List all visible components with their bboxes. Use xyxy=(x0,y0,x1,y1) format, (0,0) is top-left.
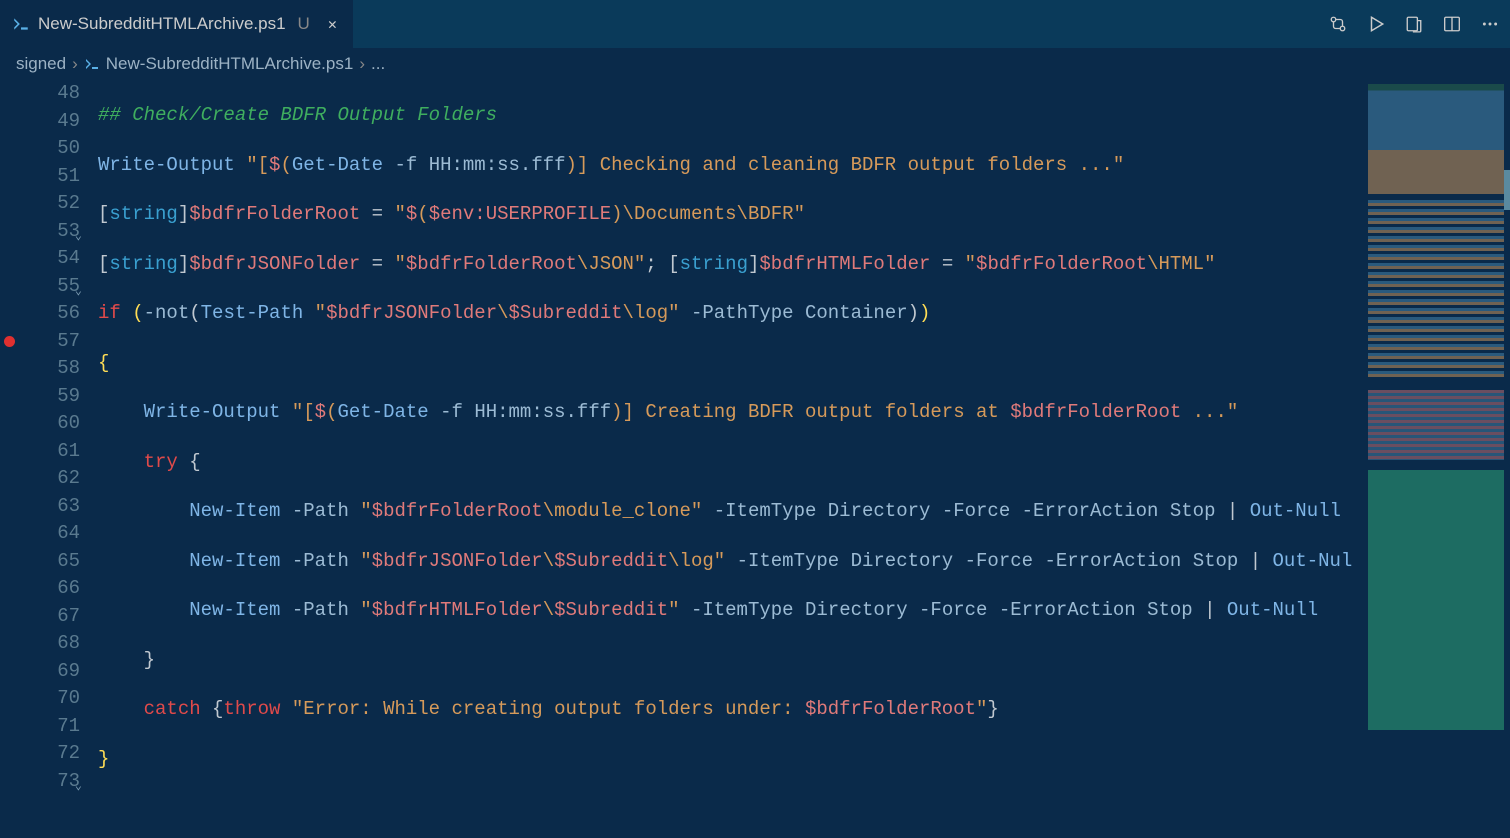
run-icon[interactable] xyxy=(1366,14,1386,34)
line-number: 61 xyxy=(0,438,80,466)
line-number: 56 xyxy=(0,300,80,328)
line-number: 68 xyxy=(0,630,80,658)
comment: ## Check/Create BDFR Output Folders xyxy=(98,104,497,126)
line-number: 50 xyxy=(0,135,80,163)
line-number: 59 xyxy=(0,383,80,411)
breadcrumb-folder[interactable]: signed xyxy=(16,54,66,74)
line-number: 62 xyxy=(0,465,80,493)
line-number: 58 xyxy=(0,355,80,383)
editor: 48 49 50 51 52 53⌄ 54 55⌄ 56 57 58 59 60… xyxy=(0,80,1510,828)
line-number: 66 xyxy=(0,575,80,603)
line-number: 49 xyxy=(0,108,80,136)
line-number: 60 xyxy=(0,410,80,438)
more-actions-icon[interactable] xyxy=(1480,14,1500,34)
line-number: 63 xyxy=(0,493,80,521)
breadcrumb-ellipsis[interactable]: ... xyxy=(371,54,385,74)
breadcrumb[interactable]: signed › New-SubredditHTMLArchive.ps1 › … xyxy=(0,48,1510,80)
line-number: 55⌄ xyxy=(0,273,80,301)
line-number: 69 xyxy=(0,658,80,686)
tab-filename: New-SubredditHTMLArchive.ps1 xyxy=(38,14,286,34)
tab-close-icon[interactable]: ✕ xyxy=(324,13,341,36)
powershell-file-icon xyxy=(12,15,30,33)
code-area[interactable]: ## Check/Create BDFR Output Folders Writ… xyxy=(98,80,1362,828)
line-number: 67 xyxy=(0,603,80,631)
tab-bar: New-SubredditHTMLArchive.ps1 U ✕ xyxy=(0,0,1510,48)
breakpoint-icon[interactable] xyxy=(4,336,15,347)
line-number: 57 xyxy=(0,328,80,356)
breadcrumb-file[interactable]: New-SubredditHTMLArchive.ps1 xyxy=(106,54,354,74)
tab-modified-indicator: U xyxy=(298,14,310,34)
line-gutter: 48 49 50 51 52 53⌄ 54 55⌄ 56 57 58 59 60… xyxy=(0,80,98,828)
line-number: 52 xyxy=(0,190,80,218)
powershell-file-icon xyxy=(84,56,100,72)
editor-toolbar xyxy=(1328,0,1500,48)
split-editor-icon[interactable] xyxy=(1442,14,1462,34)
line-number: 73⌄ xyxy=(0,768,80,796)
line-number: 64 xyxy=(0,520,80,548)
line-number: 51 xyxy=(0,163,80,191)
chevron-right-icon: › xyxy=(72,54,78,74)
minimap-viewport-indicator[interactable] xyxy=(1504,170,1510,210)
line-number: 48 xyxy=(0,80,80,108)
line-number: 71 xyxy=(0,713,80,741)
line-number: 53⌄ xyxy=(0,218,80,246)
line-number: 54 xyxy=(0,245,80,273)
editor-tab[interactable]: New-SubredditHTMLArchive.ps1 U ✕ xyxy=(0,0,354,48)
minimap[interactable] xyxy=(1362,80,1510,828)
line-number: 72 xyxy=(0,740,80,768)
line-number: 65 xyxy=(0,548,80,576)
fold-icon[interactable]: ⌄ xyxy=(75,773,82,801)
chevron-right-icon: › xyxy=(359,54,365,74)
line-number: 70 xyxy=(0,685,80,713)
compare-changes-icon[interactable] xyxy=(1328,14,1348,34)
run-selection-icon[interactable] xyxy=(1404,14,1424,34)
